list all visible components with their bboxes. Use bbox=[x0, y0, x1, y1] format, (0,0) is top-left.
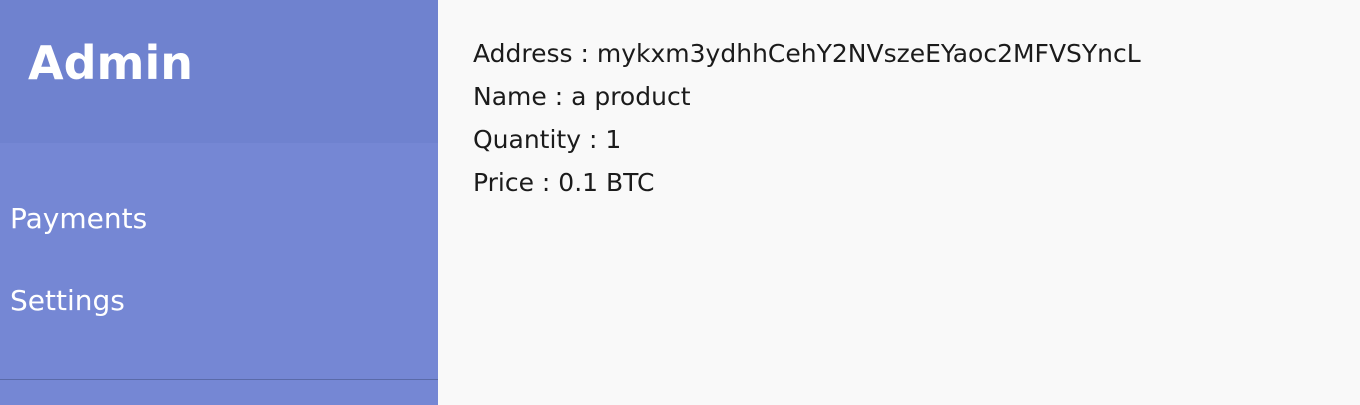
app-title: Admin bbox=[28, 36, 193, 90]
payment-address: Address : mykxm3ydhhCehY2NVszeEYaoc2MFVS… bbox=[473, 39, 1141, 68]
product-price: Price : 0.1 BTC bbox=[473, 168, 655, 197]
sidebar-item-payments[interactable]: Payments bbox=[10, 201, 147, 237]
sidebar-header: Admin bbox=[0, 0, 438, 143]
sidebar-item-settings[interactable]: Settings bbox=[10, 283, 125, 319]
payment-details: Address : mykxm3ydhhCehY2NVszeEYaoc2MFVS… bbox=[438, 0, 1360, 405]
product-name: Name : a product bbox=[473, 82, 691, 111]
product-quantity: Quantity : 1 bbox=[473, 125, 622, 154]
sidebar-divider bbox=[0, 379, 438, 380]
sidebar: Admin Payments Settings bbox=[0, 0, 438, 405]
